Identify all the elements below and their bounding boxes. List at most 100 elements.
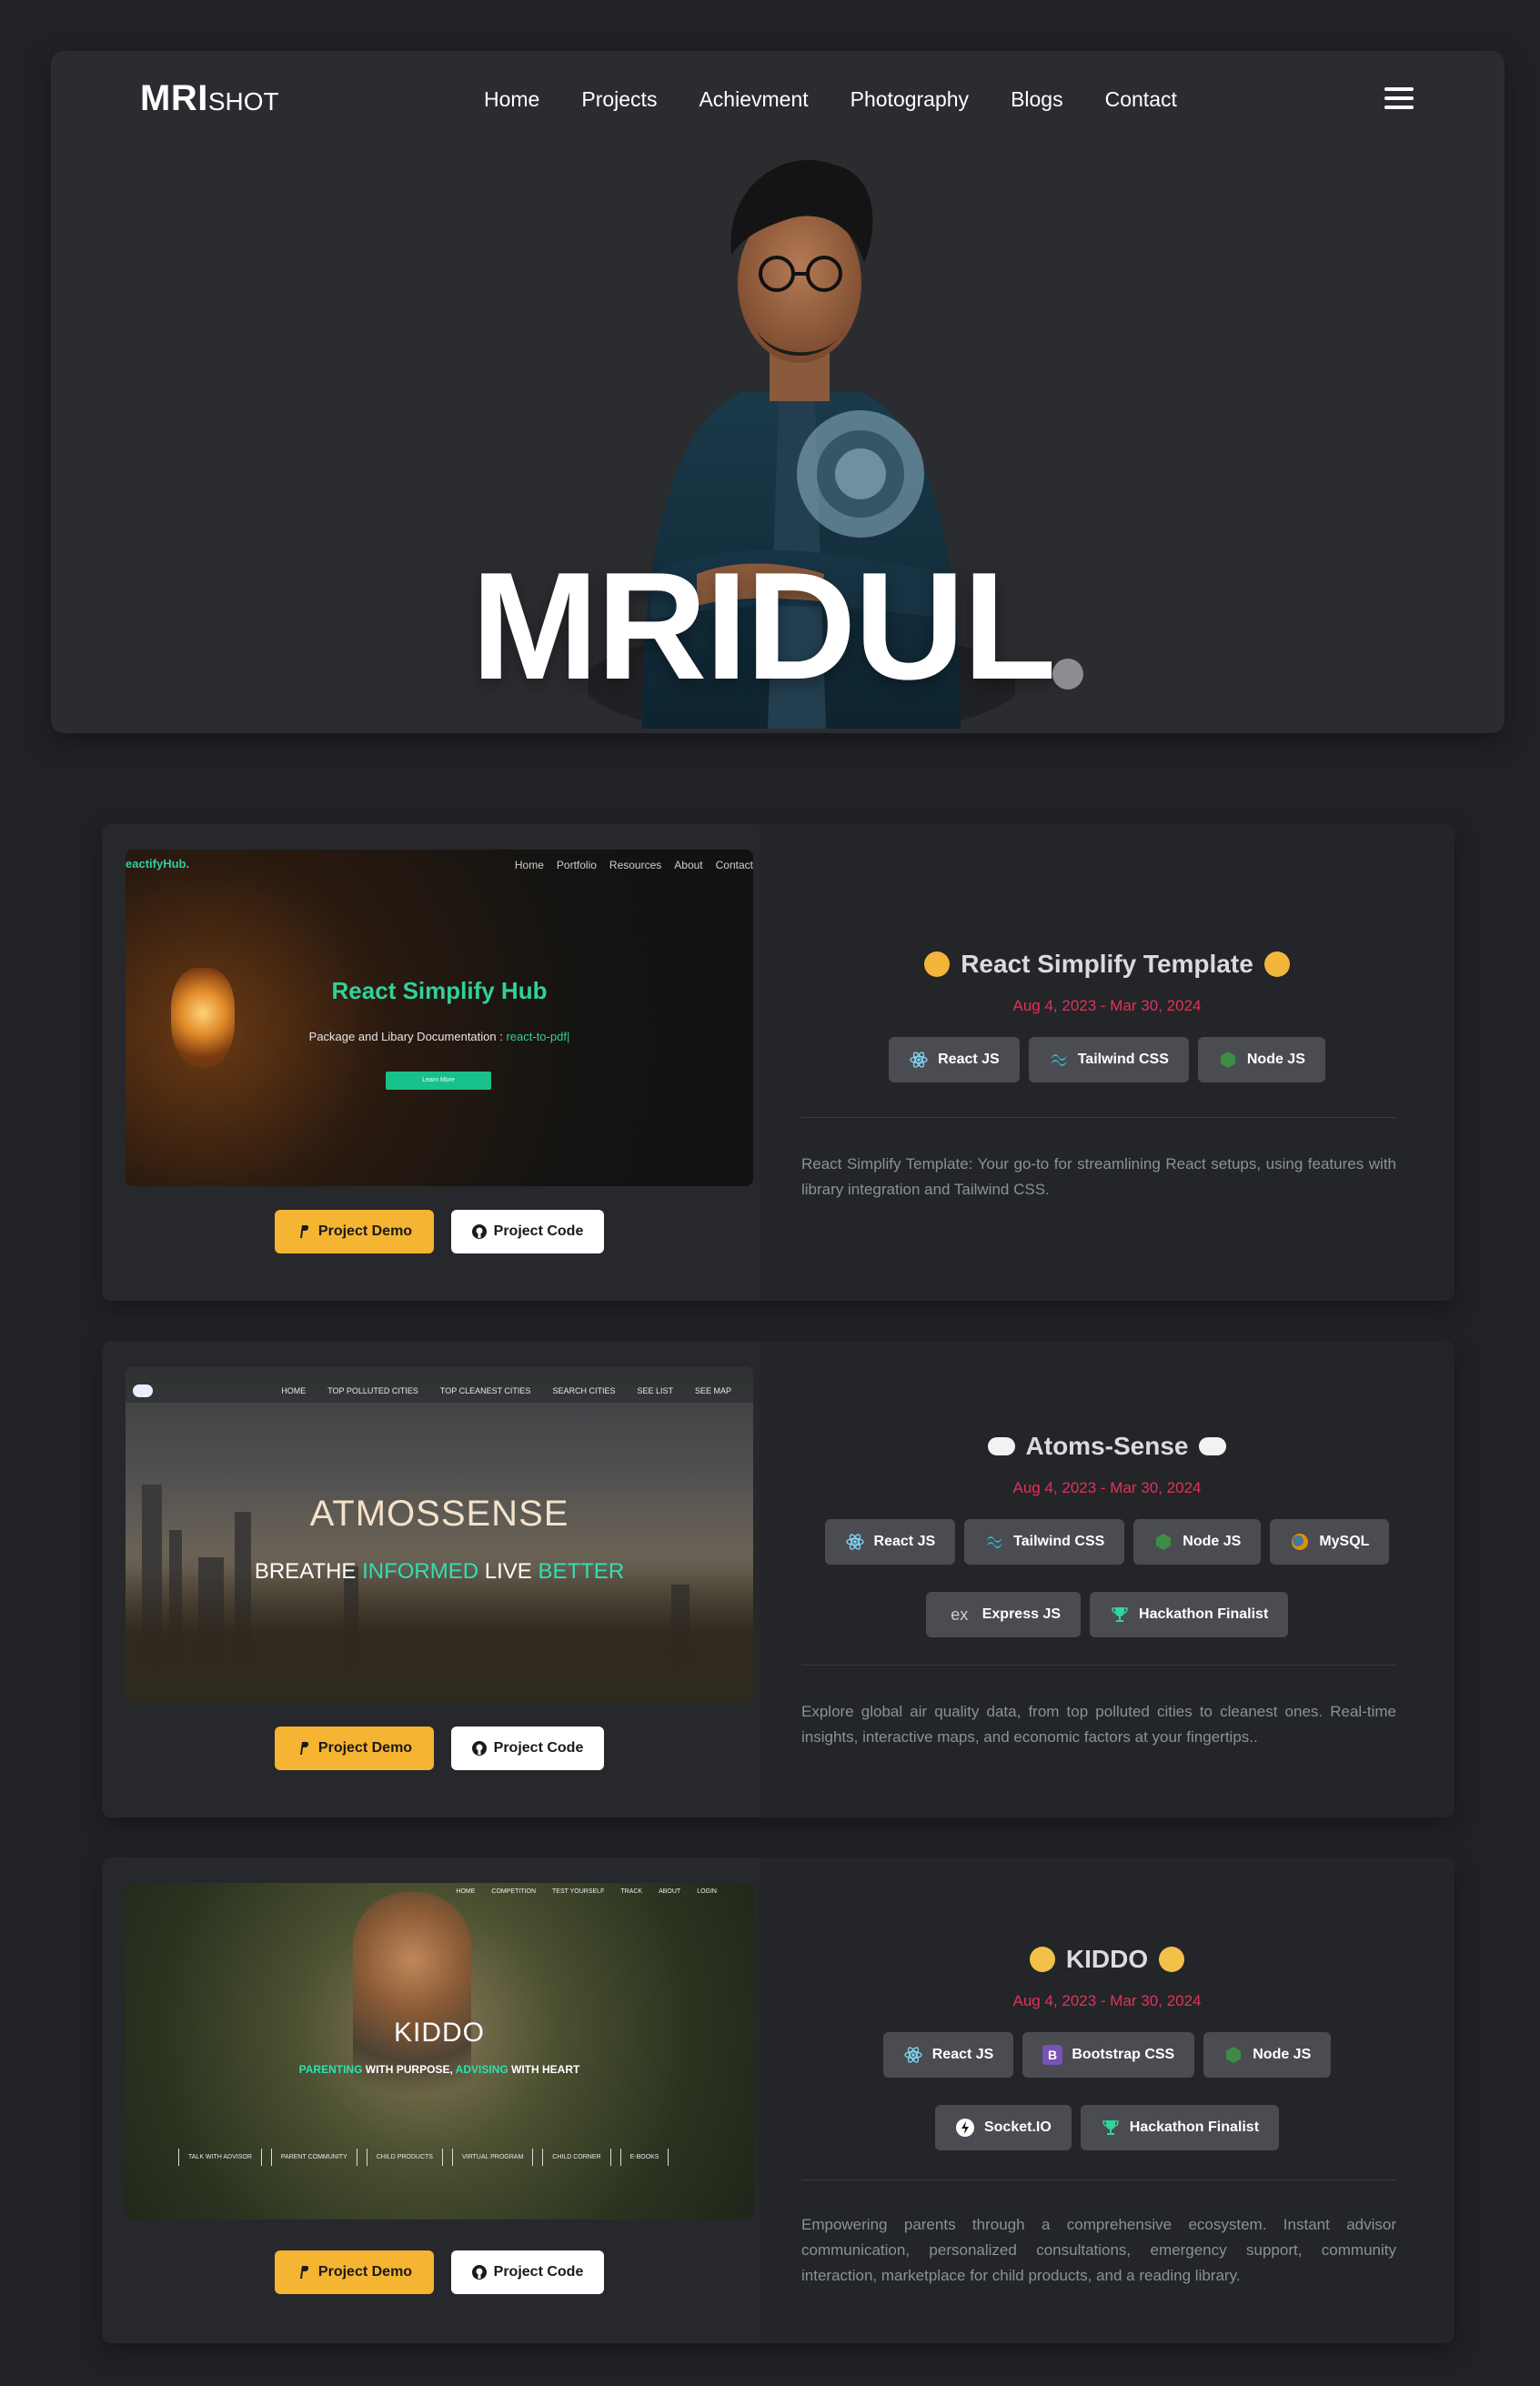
project-preview-panel: HOME COMPETITION TEST YOURSELF TRACK ABO… [102, 1857, 760, 2343]
emoji-icon [1263, 951, 1290, 977]
project-title: React Simplify Template [760, 950, 1454, 979]
project-demo-label: Project Demo [317, 1740, 413, 1756]
project-preview-panel: HOME TOP POLLUTED CITIES TOP CLEANEST CI… [102, 1341, 760, 1817]
main-nav: Home Projects Achievment Photography Blo… [484, 87, 1177, 112]
nav-photography[interactable]: Photography [851, 87, 969, 112]
project-demo-label: Project Demo [317, 1223, 413, 1239]
preview-nav-item: Portfolio [556, 859, 597, 871]
preview-nav-item: TEST YOURSELF [552, 1888, 605, 1895]
project-screenshot[interactable]: HOME COMPETITION TEST YOURSELF TRACK ABO… [126, 1883, 753, 2220]
preview-nav: HOME TOP POLLUTED CITIES TOP CLEANEST CI… [281, 1386, 731, 1395]
trophy-icon [1101, 2118, 1121, 2138]
preview-subtitle-part: WITH PURPOSE, [362, 2063, 456, 2076]
tech-tag: ex Express JS [925, 1592, 1082, 1637]
project-demo-button[interactable]: Project Demo [275, 1727, 434, 1770]
project-title-text: KIDDO [1065, 1945, 1149, 1973]
preview-subtitle-text: Package and Libary Documentation : [308, 1030, 503, 1043]
project-card: HOME TOP POLLUTED CITIES TOP CLEANEST CI… [102, 1341, 1454, 1817]
preview-nav-item: HOME [281, 1386, 307, 1395]
preview-nav: HOME COMPETITION TEST YOURSELF TRACK ABO… [456, 1888, 717, 1895]
preview-nav-item: Home [514, 859, 544, 871]
project-title-text: React Simplify Template [961, 950, 1253, 978]
tech-tag: React JS [889, 1037, 1020, 1082]
nav-blogs[interactable]: Blogs [1011, 87, 1063, 112]
preview-nav-item: ABOUT [659, 1888, 681, 1895]
project-demo-button[interactable]: Project Demo [275, 1210, 434, 1253]
tech-tag-label: Bootstrap CSS [1072, 2047, 1175, 2062]
preview-subtitle-part: BREATHE [254, 1559, 363, 1584]
tech-tag: Node JS [1197, 1037, 1325, 1082]
tech-tags: React JS B Bootstrap CSS Node JS Socket.I… [851, 2032, 1364, 2150]
project-description: Empowering parents through a comprehensi… [801, 2216, 1396, 2284]
hero-name: MRIDUL [471, 540, 1056, 711]
tech-tag-label: Socket.IO [983, 2119, 1052, 2135]
nav-home[interactable]: Home [484, 87, 539, 112]
project-screenshot[interactable]: eactifyHub. Home Portfolio Resources Abo… [126, 850, 753, 1186]
react-icon [903, 2045, 923, 2065]
divider [801, 1117, 1396, 1118]
project-demo-label: Project Demo [317, 2264, 413, 2280]
project-code-button[interactable]: Project Code [451, 1727, 604, 1770]
project-card: eactifyHub. Home Portfolio Resources Abo… [102, 824, 1454, 1301]
project-code-button[interactable]: Project Code [451, 2250, 604, 2294]
project-info-panel: React Simplify Template Aug 4, 2023 - Ma… [760, 824, 1454, 1301]
preview-nav-item: Resources [609, 859, 662, 871]
tech-tag-label: MySQL [1319, 1534, 1370, 1549]
tech-tag: Socket.IO [934, 2105, 1072, 2150]
project-title-text: Atoms-Sense [1025, 1432, 1189, 1460]
nodejs-icon [1153, 1532, 1173, 1552]
tech-tag: Hackathon Finalist [1080, 2105, 1280, 2150]
brand-logo[interactable]: MRISHOT [140, 78, 279, 119]
tech-tag-label: Node JS [1183, 1534, 1242, 1549]
preview-nav: Home Portfolio Resources About Contact [515, 859, 753, 871]
socketio-icon [955, 2118, 975, 2138]
project-screenshot[interactable]: HOME TOP POLLUTED CITIES TOP CLEANEST CI… [126, 1366, 753, 1703]
project-preview-panel: eactifyHub. Home Portfolio Resources Abo… [102, 824, 760, 1301]
preview-link: CHILD PRODUCTS [366, 2149, 443, 2166]
cloud-logo-icon [133, 1384, 153, 1397]
paypal-icon [299, 2266, 309, 2279]
preview-link: CHILD CORNER [542, 2149, 611, 2166]
preview-subtitle-part: ADVISING [455, 2063, 508, 2076]
tech-tag: B Bootstrap CSS [1022, 2032, 1195, 2078]
preview-nav-item: Contact [715, 859, 753, 871]
nav-contact[interactable]: Contact [1105, 87, 1177, 112]
preview-nav-item: SEE MAP [694, 1386, 731, 1395]
tech-tags: React JS Tailwind CSS Node JS MySQL ex Ex… [796, 1519, 1418, 1637]
nodejs-icon [1223, 2045, 1243, 2065]
paypal-icon [299, 1225, 309, 1238]
preview-nav-item: COMPETITION [491, 1888, 537, 1895]
tech-tag-label: Tailwind CSS [1013, 1534, 1105, 1549]
preview-subtitle-part: LIVE [478, 1559, 538, 1584]
project-demo-button[interactable]: Project Demo [275, 2250, 434, 2294]
project-info-panel: KIDDO Aug 4, 2023 - Mar 30, 2024 React J… [760, 1857, 1454, 2343]
preview-links: TALK WITH ADVISOR PARENT COMMUNITY CHILD… [178, 2149, 669, 2166]
tech-tag-label: React JS [873, 1534, 936, 1549]
preview-nav-item: SEARCH CITIES [552, 1386, 616, 1395]
github-icon [471, 1224, 487, 1239]
cloud-icon [987, 1437, 1015, 1455]
brand-light: SHOT [207, 87, 279, 116]
nav-achievment[interactable]: Achievment [699, 87, 808, 112]
github-icon [471, 2265, 487, 2280]
preview-nav-item: TRACK [620, 1888, 643, 1895]
preview-nav-item: LOGIN [697, 1888, 717, 1895]
project-date: Aug 4, 2023 - Mar 30, 2024 [1012, 1992, 1202, 2009]
nav-projects[interactable]: Projects [581, 87, 657, 112]
project-code-button[interactable]: Project Code [451, 1210, 604, 1253]
project-actions: Project Demo Project Code [275, 1210, 604, 1253]
tech-tag: Node JS [1203, 2032, 1332, 2078]
tech-tag: Tailwind CSS [964, 1519, 1125, 1565]
divider [801, 1665, 1396, 1666]
paypal-icon [299, 1742, 309, 1755]
emoji-icon [924, 951, 951, 977]
preview-nav-item: SEE LIST [637, 1386, 673, 1395]
project-actions: Project Demo Project Code [275, 2250, 604, 2294]
hamburger-menu-icon[interactable] [1384, 87, 1414, 111]
tailwind-icon [984, 1532, 1004, 1552]
mysql-icon [1290, 1532, 1310, 1552]
tech-tag: Hackathon Finalist [1090, 1592, 1289, 1637]
project-info-panel: Atoms-Sense Aug 4, 2023 - Mar 30, 2024 R… [760, 1341, 1454, 1817]
child-photo [353, 1892, 471, 2119]
tech-tag-label: Node JS [1253, 2047, 1312, 2062]
